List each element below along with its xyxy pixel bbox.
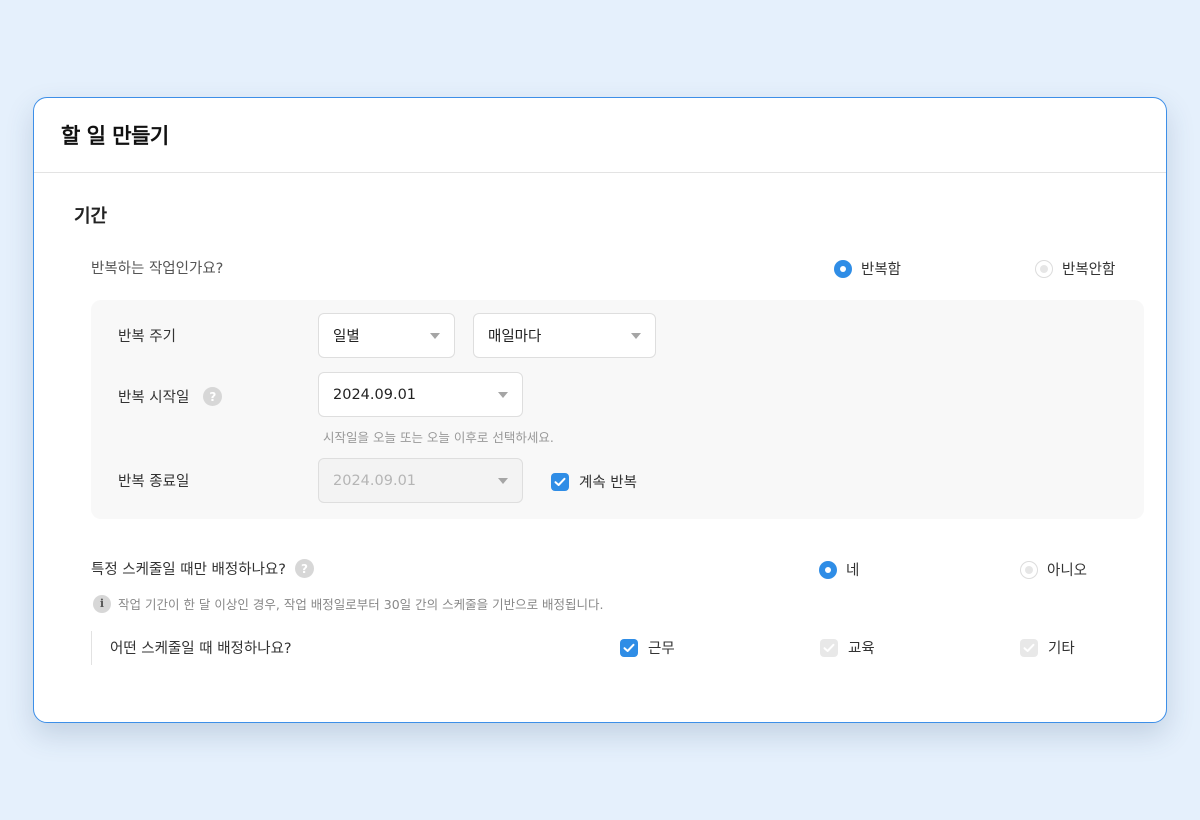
checkbox-unchecked-icon (820, 638, 838, 657)
radio-schedule-no[interactable]: 아니오 (1020, 559, 1087, 580)
checkbox-label: 기타 (1048, 641, 1075, 657)
chevron-down-icon (631, 333, 641, 339)
info-circle-icon: i (93, 594, 111, 613)
repeat-settings-panel: 반복 주기 일별 매일마다 반복 시작일 ? 2024.09.01 시작일을 오… (91, 300, 1144, 519)
start-date-select[interactable]: 2024.09.01 (318, 372, 523, 417)
schedule-type-education-checkbox[interactable]: 교육 (820, 637, 875, 658)
schedule-type-work-checkbox[interactable]: 근무 (620, 637, 675, 658)
select-value: 2024.09.01 (333, 386, 417, 403)
checkbox-label: 교육 (848, 641, 875, 657)
dialog-header: 할 일 만들기 (34, 98, 1166, 173)
end-label: 반복 종료일 (118, 474, 190, 490)
cycle-frequency-select[interactable]: 매일마다 (473, 313, 656, 358)
select-value: 매일마다 (488, 329, 542, 345)
schedule-question: 특정 스케줄일 때만 배정하나요? (91, 562, 286, 578)
checkbox-unchecked-icon (1020, 638, 1038, 657)
start-label-row: 반복 시작일 ? (118, 386, 223, 407)
radio-selected-icon (834, 259, 852, 278)
create-task-dialog: 할 일 만들기 기간 반복하는 작업인가요? 반복함 반복안함 반복 주기 일별… (33, 97, 1167, 723)
start-label: 반복 시작일 (118, 390, 190, 406)
checkbox-checked-icon (551, 472, 569, 491)
radio-repeat-yes[interactable]: 반복함 (834, 258, 901, 279)
repeat-question: 반복하는 작업인가요? (91, 261, 224, 277)
chevron-down-icon (430, 333, 440, 339)
chevron-down-icon (498, 478, 508, 484)
continue-repeat-checkbox[interactable]: 계속 반복 (551, 471, 637, 492)
which-schedule-question: 어떤 스케줄일 때 배정하나요? (110, 641, 292, 657)
chevron-down-icon (498, 392, 508, 398)
radio-label: 아니오 (1047, 563, 1088, 579)
end-date-select[interactable]: 2024.09.01 (318, 458, 523, 503)
radio-unselected-icon (1035, 259, 1053, 278)
select-value: 일별 (333, 329, 360, 345)
section-title-period: 기간 (74, 206, 108, 227)
select-value: 2024.09.01 (333, 472, 417, 489)
cycle-unit-select[interactable]: 일별 (318, 313, 455, 358)
schedule-info-text: 작업 기간이 한 달 이상인 경우, 작업 배정일로부터 30일 간의 스케줄을… (118, 597, 604, 612)
checkbox-label: 근무 (648, 641, 675, 657)
radio-selected-icon (819, 560, 837, 579)
radio-label: 네 (846, 563, 860, 579)
schedule-type-other-checkbox[interactable]: 기타 (1020, 637, 1075, 658)
radio-label: 반복함 (861, 262, 902, 278)
schedule-info-row: i 작업 기간이 한 달 이상인 경우, 작업 배정일로부터 30일 간의 스케… (93, 594, 604, 613)
radio-unselected-icon (1020, 560, 1038, 579)
radio-repeat-no[interactable]: 반복안함 (1035, 258, 1115, 279)
radio-schedule-yes[interactable]: 네 (819, 559, 859, 580)
radio-label: 반복안함 (1062, 262, 1116, 278)
indent-divider (91, 631, 92, 665)
schedule-question-row: 특정 스케줄일 때만 배정하나요? ? (91, 558, 314, 579)
checkbox-label: 계속 반복 (579, 475, 637, 491)
start-hint: 시작일을 오늘 또는 오늘 이후로 선택하세요. (323, 430, 554, 445)
dialog-title: 할 일 만들기 (61, 124, 169, 148)
question-circle-icon[interactable]: ? (203, 387, 223, 406)
checkbox-checked-icon (620, 638, 638, 657)
question-circle-icon[interactable]: ? (294, 559, 314, 578)
cycle-label: 반복 주기 (118, 329, 176, 345)
